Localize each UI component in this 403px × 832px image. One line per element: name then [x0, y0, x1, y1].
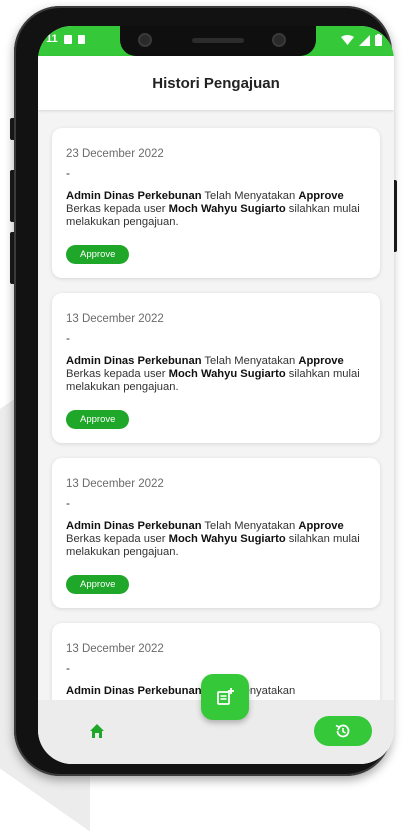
- card-date: 13 December 2022: [66, 478, 164, 490]
- status-left: 11: [46, 33, 85, 45]
- status-word: Approve: [298, 520, 344, 532]
- sensor-icon: [274, 35, 284, 45]
- home-button[interactable]: [82, 718, 112, 744]
- message-text: Telah Menyatakan: [201, 355, 299, 367]
- app-header: Histori Pengajuan: [38, 56, 394, 110]
- status-bar: 11: [38, 26, 394, 56]
- history-button[interactable]: [314, 716, 372, 746]
- status-time: 11: [46, 33, 58, 45]
- notification-icon: [77, 34, 85, 44]
- home-icon: [90, 724, 104, 738]
- notification-icon: [63, 34, 72, 44]
- history-card[interactable]: 13 December 2022 - Admin Dinas Perkebuna…: [52, 458, 380, 608]
- camera-notch: [120, 26, 316, 56]
- admin-name: Admin Dinas Perkebunan: [66, 520, 202, 532]
- message-text: Berkas kepada user: [66, 368, 169, 380]
- add-document-icon: [217, 688, 234, 705]
- status-word: Approve: [298, 355, 344, 367]
- history-card[interactable]: 13 December 2022 - Admin Dinas Perkebuna…: [52, 293, 380, 443]
- card-separator: -: [66, 496, 70, 510]
- card-date: 23 December 2022: [66, 148, 164, 160]
- battery-icon: [375, 34, 382, 46]
- user-name: Moch Wahyu Sugiarto: [168, 203, 286, 215]
- card-message: Admin Dinas Perkebunan Telah Menyatakan …: [66, 520, 371, 559]
- phone-frame: 11 Histori Pengajuan 23 December 2022 -: [14, 6, 394, 776]
- history-card[interactable]: 23 December 2022 - Admin Dinas Perkebuna…: [52, 128, 380, 278]
- user-name: Moch Wahyu Sugiarto: [168, 533, 286, 545]
- page-title: Histori Pengajuan: [152, 74, 280, 92]
- status-badge: Approve: [66, 575, 130, 594]
- status-right: [341, 34, 382, 46]
- card-message: Admin Dinas Perkebunan Telah Menyatakan …: [66, 355, 371, 394]
- admin-name: Admin Dinas Perkebunan: [66, 685, 202, 697]
- status-badge: Approve: [66, 410, 130, 429]
- card-date: 13 December 2022: [66, 313, 164, 325]
- card-date: 13 December 2022: [66, 643, 164, 655]
- status-word: Approve: [298, 190, 344, 202]
- card-separator: -: [66, 331, 70, 345]
- app-screen: 11 Histori Pengajuan 23 December 2022 -: [38, 26, 394, 764]
- message-text: Telah Menyatakan: [201, 190, 299, 202]
- signal-icon: [359, 34, 370, 46]
- new-submission-button[interactable]: [201, 674, 249, 720]
- card-separator: -: [66, 166, 70, 180]
- wifi-icon: [341, 35, 354, 45]
- status-badge: Approve: [66, 245, 130, 264]
- admin-name: Admin Dinas Perkebunan: [66, 355, 202, 367]
- admin-name: Admin Dinas Perkebunan: [66, 190, 202, 202]
- card-separator: -: [66, 661, 70, 675]
- message-text: Berkas kepada user: [66, 533, 169, 545]
- camera-icon: [140, 35, 150, 45]
- message-text: Berkas kepada user: [66, 203, 169, 215]
- user-name: Moch Wahyu Sugiarto: [168, 368, 286, 380]
- history-icon: [335, 724, 350, 738]
- speaker-icon: [192, 38, 244, 43]
- history-list[interactable]: 23 December 2022 - Admin Dinas Perkebuna…: [38, 110, 394, 720]
- message-text: Telah Menyatakan: [201, 520, 299, 532]
- card-message: Admin Dinas Perkebunan Telah Menyatakan …: [66, 190, 371, 229]
